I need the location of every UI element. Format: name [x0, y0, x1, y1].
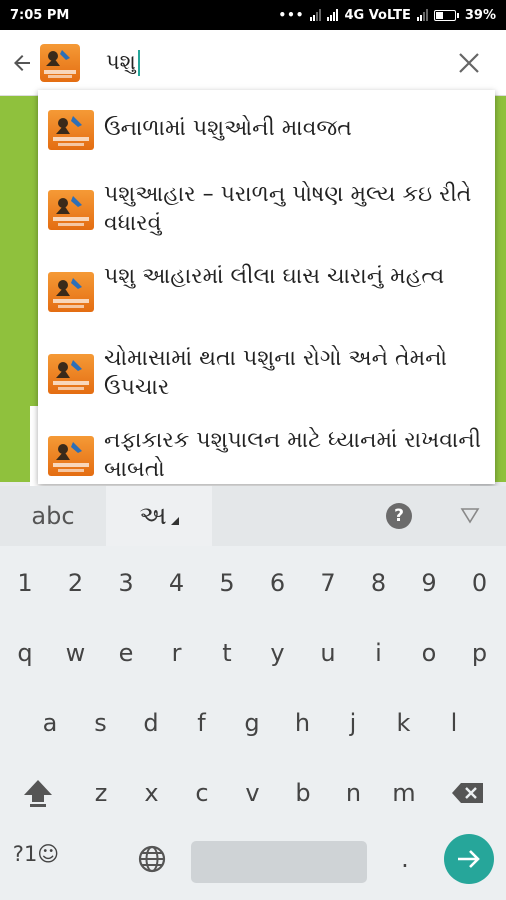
shift-key[interactable] — [14, 768, 62, 818]
close-icon — [459, 53, 479, 73]
key-v[interactable]: v — [229, 768, 277, 818]
abc-language-tab[interactable]: abc — [0, 486, 106, 546]
screen: 7:05 PM ••• 4G VoLTE 39% પશુ ઉનાળામાં પશ… — [0, 0, 506, 900]
collapse-keyboard-button[interactable] — [460, 506, 480, 524]
key-q[interactable]: q — [1, 628, 49, 678]
search-suggestions: ઉનાળામાં પશુઓની માવજત પશુઆહાર – પરાળનુ પ… — [38, 90, 495, 484]
suggestion-thumbnail-icon — [48, 272, 94, 312]
clear-search-button[interactable] — [454, 48, 484, 78]
signal-icon — [416, 9, 428, 21]
chevron-down-icon — [460, 508, 480, 524]
status-icons: ••• 4G VoLTE 39% — [278, 8, 496, 23]
gujarati-label: અ — [139, 500, 167, 531]
key-3[interactable]: 3 — [102, 558, 150, 608]
suggestion-title: ઉનાળામાં પશુઓની માવજત — [104, 116, 352, 141]
suggestion-thumbnail-icon — [48, 436, 94, 476]
key-u[interactable]: u — [304, 628, 352, 678]
globe-icon — [138, 845, 166, 873]
language-switch-key[interactable] — [128, 834, 176, 884]
key-2[interactable]: 2 — [52, 558, 100, 608]
network-label: 4G VoLTE — [344, 7, 411, 23]
key-5[interactable]: 5 — [203, 558, 251, 608]
key-t[interactable]: t — [203, 628, 251, 678]
shift-arrow-icon — [24, 780, 52, 807]
key-f[interactable]: f — [178, 698, 226, 748]
space-bar[interactable] — [191, 841, 367, 883]
battery-icon — [433, 9, 459, 21]
key-8[interactable]: 8 — [355, 558, 403, 608]
notification-dots: ••• — [278, 8, 305, 22]
key-r[interactable]: r — [153, 628, 201, 678]
key-i[interactable]: i — [355, 628, 403, 678]
key-z[interactable]: z — [77, 768, 125, 818]
suggestion-title: નફાકારક પશુપાલન માટે ધ્યાનમાં રાખવાની બા… — [104, 428, 482, 482]
key-y[interactable]: y — [254, 628, 302, 678]
suggestion-title: ચોમાસામાં થતા પશુના રોગો અને તેમનો ઉપચાર — [104, 346, 448, 400]
status-time: 7:05 PM — [10, 7, 70, 23]
backspace-key[interactable] — [444, 768, 492, 818]
suggestion-title: પશુ આહારમાં લીલા ઘાસ ચારાનું મહત્વ — [104, 264, 445, 289]
enter-key[interactable] — [444, 834, 494, 884]
soft-keyboard: abc અ ? 1234567890 qwertyuiop asdfghjkl zxc… — [0, 486, 506, 900]
key-1[interactable]: 1 — [1, 558, 49, 608]
signal-icon — [310, 9, 322, 21]
key-4[interactable]: 4 — [153, 558, 201, 608]
key-o[interactable]: o — [405, 628, 453, 678]
period-key[interactable]: . — [381, 834, 429, 884]
suggestion-title: પશુઆહાર – પરાળનુ પોષણ મુલ્ય કઇ રીતે વધાર… — [104, 182, 472, 236]
app-logo — [40, 43, 80, 82]
help-icon[interactable]: ? — [386, 503, 412, 529]
key-a[interactable]: a — [26, 698, 74, 748]
key-6[interactable]: 6 — [254, 558, 302, 608]
gujarati-language-tab[interactable]: અ — [106, 486, 212, 546]
key-h[interactable]: h — [279, 698, 327, 748]
symbols-key[interactable]: ?1☺ — [6, 830, 66, 878]
backspace-icon — [452, 783, 483, 803]
text-cursor — [137, 49, 140, 76]
key-0[interactable]: 0 — [456, 558, 504, 608]
key-7[interactable]: 7 — [304, 558, 352, 608]
arrow-right-icon — [458, 850, 480, 868]
key-l[interactable]: l — [430, 698, 478, 748]
search-query: પશુ — [106, 50, 136, 74]
status-bar: 7:05 PM ••• 4G VoLTE 39% — [0, 0, 506, 30]
key-j[interactable]: j — [329, 698, 377, 748]
suggestion-thumbnail-icon — [48, 110, 94, 150]
back-button[interactable] — [4, 43, 40, 83]
search-input[interactable]: પશુ — [106, 43, 406, 83]
key-p[interactable]: p — [456, 628, 504, 678]
suggestion-thumbnail-icon — [48, 354, 94, 394]
suggestion-thumbnail-icon — [48, 190, 94, 230]
key-c[interactable]: c — [178, 768, 226, 818]
keyboard-top-bar: abc અ ? — [0, 486, 506, 546]
key-g[interactable]: g — [228, 698, 276, 748]
corner-triangle-icon — [170, 517, 179, 525]
key-b[interactable]: b — [279, 768, 327, 818]
search-toolbar: પશુ — [0, 30, 506, 96]
battery-percent: 39% — [464, 7, 496, 23]
key-s[interactable]: s — [77, 698, 125, 748]
signal-icon — [327, 9, 339, 21]
key-e[interactable]: e — [102, 628, 150, 678]
key-k[interactable]: k — [380, 698, 428, 748]
key-d[interactable]: d — [127, 698, 175, 748]
key-w[interactable]: w — [52, 628, 100, 678]
back-arrow-icon — [14, 54, 30, 71]
key-9[interactable]: 9 — [405, 558, 453, 608]
app-logo-icon — [44, 49, 76, 78]
key-x[interactable]: x — [128, 768, 176, 818]
key-n[interactable]: n — [330, 768, 378, 818]
key-m[interactable]: m — [380, 768, 428, 818]
